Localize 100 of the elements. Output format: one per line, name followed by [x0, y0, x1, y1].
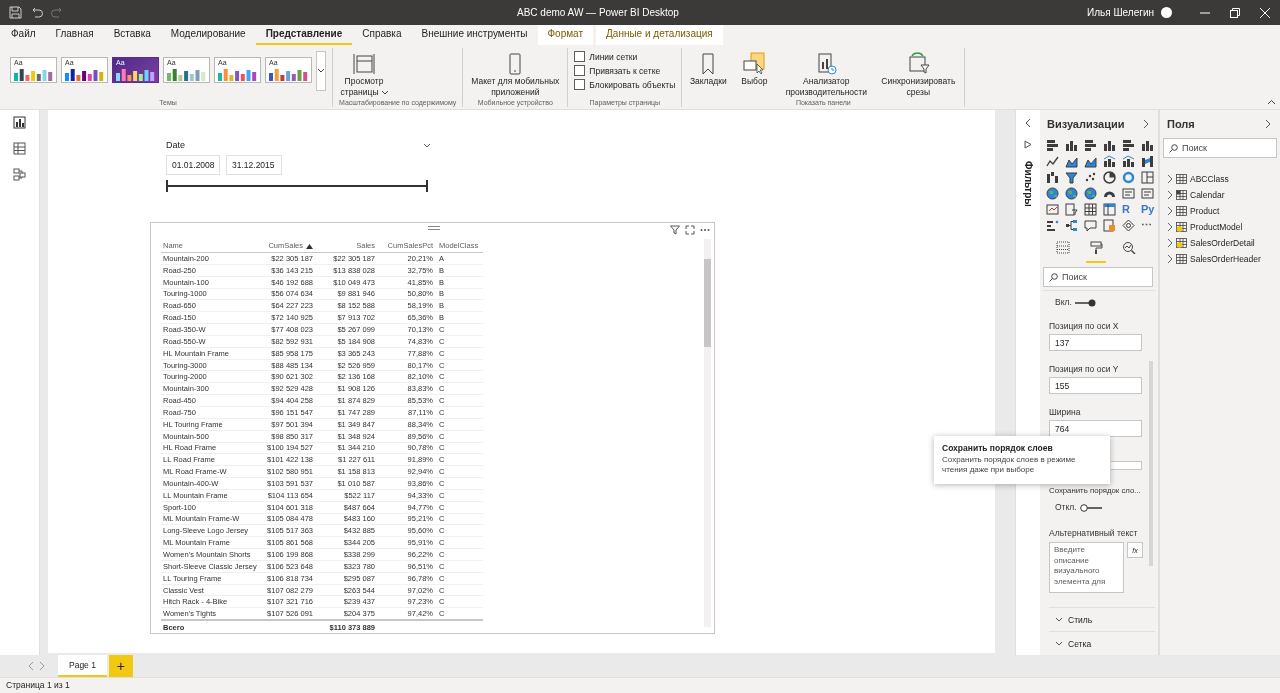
field-table-item[interactable]: ABCClass	[1163, 171, 1277, 187]
ribbon-button[interactable]: Просмотр страницы	[339, 48, 389, 98]
diamond-icon[interactable]	[1122, 219, 1135, 232]
date-field[interactable]: 01.01.2008	[166, 155, 220, 175]
narrative-icon[interactable]	[1103, 219, 1116, 232]
expand-icon[interactable]	[1142, 119, 1150, 129]
field-table-item[interactable]: SalesOrderDetail	[1163, 235, 1277, 251]
fields-grid-icon[interactable]	[1056, 241, 1070, 254]
ribbon-chart-icon[interactable]	[1141, 155, 1154, 168]
ribbon-tab[interactable]: Главная	[45, 25, 104, 45]
collapse-icon[interactable]	[1024, 118, 1032, 128]
ribbon-tab[interactable]: Данные и детализация	[596, 25, 723, 45]
ribbon-tab[interactable]: Формат	[537, 25, 594, 45]
field-table-item[interactable]: SalesOrderHeader	[1163, 251, 1277, 267]
chevron-down-icon[interactable]	[423, 142, 431, 148]
area-chart-icon[interactable]	[1084, 155, 1097, 168]
pie-chart-icon[interactable]	[1103, 171, 1116, 184]
input-field[interactable]	[1111, 461, 1142, 470]
speech-bubble-icon[interactable]	[1084, 219, 1097, 232]
redo-icon[interactable]	[51, 6, 64, 19]
paint-roller-icon[interactable]	[1089, 241, 1103, 254]
ribbon-button[interactable]: Анализатор производительности	[780, 48, 873, 98]
slicer-icon[interactable]	[1065, 203, 1078, 216]
column-chart-icon[interactable]	[1103, 139, 1116, 152]
globe-icon[interactable]	[1065, 187, 1078, 200]
funnel-icon[interactable]	[1065, 171, 1078, 184]
ribbon-tab[interactable]: Справка	[352, 25, 412, 45]
card-icon[interactable]	[1122, 187, 1135, 200]
ribbon-button[interactable]: Выбор	[734, 48, 775, 87]
analytics-icon[interactable]	[1122, 241, 1136, 254]
model-view-icon[interactable]	[13, 168, 26, 181]
alt-text-field[interactable]: Введите описание визуального элемента для	[1049, 542, 1124, 593]
ribbon-tab[interactable]: Моделирование	[160, 25, 256, 45]
influencers-icon[interactable]	[1046, 219, 1059, 232]
focus-mode-icon[interactable]	[685, 225, 695, 235]
kpi-icon[interactable]	[1046, 203, 1059, 216]
close-icon[interactable]	[1260, 7, 1270, 18]
section-label: Стиль	[1068, 614, 1093, 625]
area-chart-icon[interactable]	[1065, 155, 1078, 168]
toggle-switch[interactable]	[1074, 298, 1097, 307]
avatar[interactable]	[1161, 7, 1172, 18]
tree-diagram-icon[interactable]	[1065, 219, 1078, 232]
input-field[interactable]: 764	[1049, 420, 1142, 437]
table-icon[interactable]	[1084, 203, 1097, 216]
ribbon-button[interactable]: Синхронизировать срезы	[878, 48, 959, 98]
page-view-icon	[351, 52, 377, 76]
waterfall-chart-icon[interactable]	[1046, 171, 1059, 184]
field-table-item[interactable]: ProductModel	[1163, 219, 1277, 235]
section-header[interactable]: Стиль	[1049, 607, 1155, 631]
treemap-icon[interactable]	[1141, 171, 1154, 184]
page-tab[interactable]: Page 1	[58, 655, 107, 677]
combo-chart-icon[interactable]	[1122, 155, 1135, 168]
filters-pane-label[interactable]: Фильтры	[1022, 161, 1034, 207]
grip-icon[interactable]	[428, 225, 440, 231]
field-table-item[interactable]: Calendar	[1163, 187, 1277, 203]
ribbon-button[interactable]: Закладки	[688, 48, 729, 87]
bar-chart-icon[interactable]	[1122, 139, 1135, 152]
data-view-icon[interactable]	[13, 142, 26, 155]
undo-icon[interactable]	[30, 6, 43, 19]
globe-icon[interactable]	[1046, 187, 1059, 200]
globe-icon[interactable]	[1084, 187, 1097, 200]
field-table-item[interactable]: Product	[1163, 203, 1277, 219]
bars-icon	[14, 67, 54, 81]
ribbon-tab[interactable]: Внешние инструменты	[411, 25, 538, 45]
search-icon	[1049, 272, 1058, 282]
report-view-icon[interactable]	[13, 116, 26, 129]
range-slider[interactable]	[166, 179, 428, 193]
field-label: Позиция по оси X	[1049, 321, 1119, 332]
visual-type-button[interactable]: Py	[1138, 202, 1157, 218]
column-chart-icon[interactable]	[1141, 139, 1154, 152]
line-chart-icon[interactable]	[1046, 155, 1059, 168]
ribbon-tab[interactable]: Файл	[1, 25, 46, 45]
visual-type-button[interactable]: R	[1119, 202, 1138, 218]
input-field[interactable]: 155	[1049, 377, 1142, 394]
checkbox[interactable]: Блокировать объекты	[574, 79, 676, 90]
expand-icon[interactable]	[1264, 119, 1272, 129]
column-chart-icon[interactable]	[1065, 139, 1078, 152]
card-icon[interactable]	[1141, 187, 1154, 200]
combo-chart-icon[interactable]	[1103, 155, 1116, 168]
ribbon-button[interactable]: Макет для мобильных приложений	[469, 48, 562, 98]
date-field[interactable]: 31.12.2015	[226, 155, 282, 175]
visual-type-button[interactable]: ⋯	[1138, 218, 1157, 234]
save-icon[interactable]	[9, 6, 22, 19]
matrix-icon[interactable]	[1103, 203, 1116, 216]
bar-chart-icon[interactable]	[1046, 139, 1059, 152]
checkbox[interactable]: Линии сетки	[574, 51, 676, 62]
collapse-icon[interactable]	[1267, 99, 1276, 105]
restore-icon[interactable]	[1230, 7, 1240, 18]
scrollbar[interactable]	[704, 239, 711, 627]
add-page-button[interactable]: +	[108, 655, 133, 677]
calculated-table-icon	[1176, 238, 1187, 248]
search-field[interactable]: Поиск	[1043, 267, 1153, 287]
search-field[interactable]: Поиск	[1163, 138, 1277, 158]
toggle-switch[interactable]	[1079, 503, 1102, 512]
checkbox[interactable]: Привязать к сетке	[574, 65, 676, 76]
scatter-chart-icon[interactable]	[1084, 171, 1097, 184]
ribbon-tab[interactable]: Вставка	[103, 25, 161, 45]
pane-tab[interactable]	[1086, 240, 1106, 263]
bar-chart-icon[interactable]	[1084, 139, 1097, 152]
input-field[interactable]: 137	[1049, 334, 1142, 351]
